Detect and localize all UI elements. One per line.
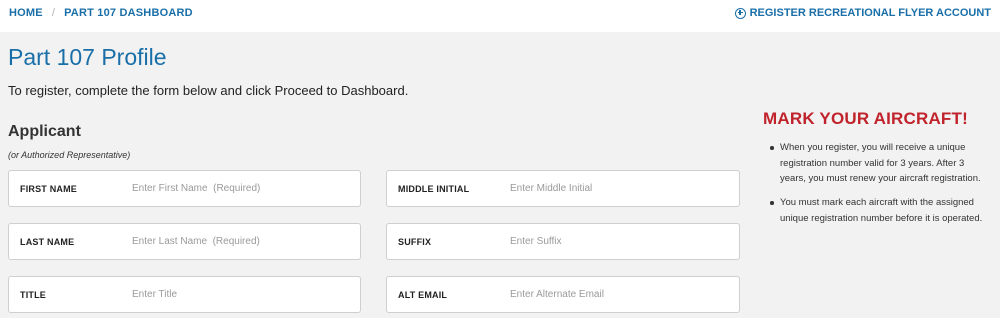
breadcrumb: HOME / PART 107 DASHBOARD xyxy=(9,7,193,19)
last-name-input[interactable] xyxy=(132,236,332,247)
suffix-input[interactable] xyxy=(510,236,710,247)
last-name-field: LAST NAME xyxy=(8,223,361,260)
register-recreational-flyer-link[interactable]: REGISTER RECREATIONAL FLYER ACCOUNT xyxy=(734,7,991,19)
last-name-label: LAST NAME xyxy=(20,236,75,247)
alt-email-field: ALT EMAIL xyxy=(386,276,740,313)
alt-email-label: ALT EMAIL xyxy=(398,289,448,300)
applicant-section-subtitle: (or Authorized Representative) xyxy=(8,150,131,160)
page-title: Part 107 Profile xyxy=(8,44,167,70)
breadcrumb-current-link[interactable]: PART 107 DASHBOARD xyxy=(64,7,193,19)
first-name-field: FIRST NAME xyxy=(8,170,361,207)
title-field: TITLE xyxy=(8,276,361,313)
plus-circle-icon xyxy=(734,7,746,19)
middle-initial-input[interactable] xyxy=(510,183,710,194)
suffix-field: SUFFIX xyxy=(386,223,740,260)
first-name-label: FIRST NAME xyxy=(20,183,77,194)
alt-email-input[interactable] xyxy=(510,289,710,300)
middle-initial-label: MIDDLE INITIAL xyxy=(398,183,470,194)
breadcrumb-separator: / xyxy=(51,7,56,19)
mark-aircraft-title: MARK YOUR AIRCRAFT! xyxy=(763,109,968,128)
mark-aircraft-bullet: You must mark each aircraft with the ass… xyxy=(770,195,992,226)
mark-aircraft-list: When you register, you will receive a un… xyxy=(770,140,992,234)
middle-initial-field: MIDDLE INITIAL xyxy=(386,170,740,207)
intro-text: To register, complete the form below and… xyxy=(8,83,409,98)
title-label: TITLE xyxy=(20,289,46,300)
breadcrumb-home-link[interactable]: HOME xyxy=(9,7,43,19)
mark-aircraft-bullet: When you register, you will receive a un… xyxy=(770,140,992,187)
register-link-label: REGISTER RECREATIONAL FLYER ACCOUNT xyxy=(749,7,991,19)
applicant-section-title: Applicant xyxy=(8,123,81,140)
title-input[interactable] xyxy=(132,289,332,300)
first-name-input[interactable] xyxy=(132,183,332,194)
top-bar: HOME / PART 107 DASHBOARD REGISTER RECREAT… xyxy=(0,0,1000,32)
suffix-label: SUFFIX xyxy=(398,236,432,247)
